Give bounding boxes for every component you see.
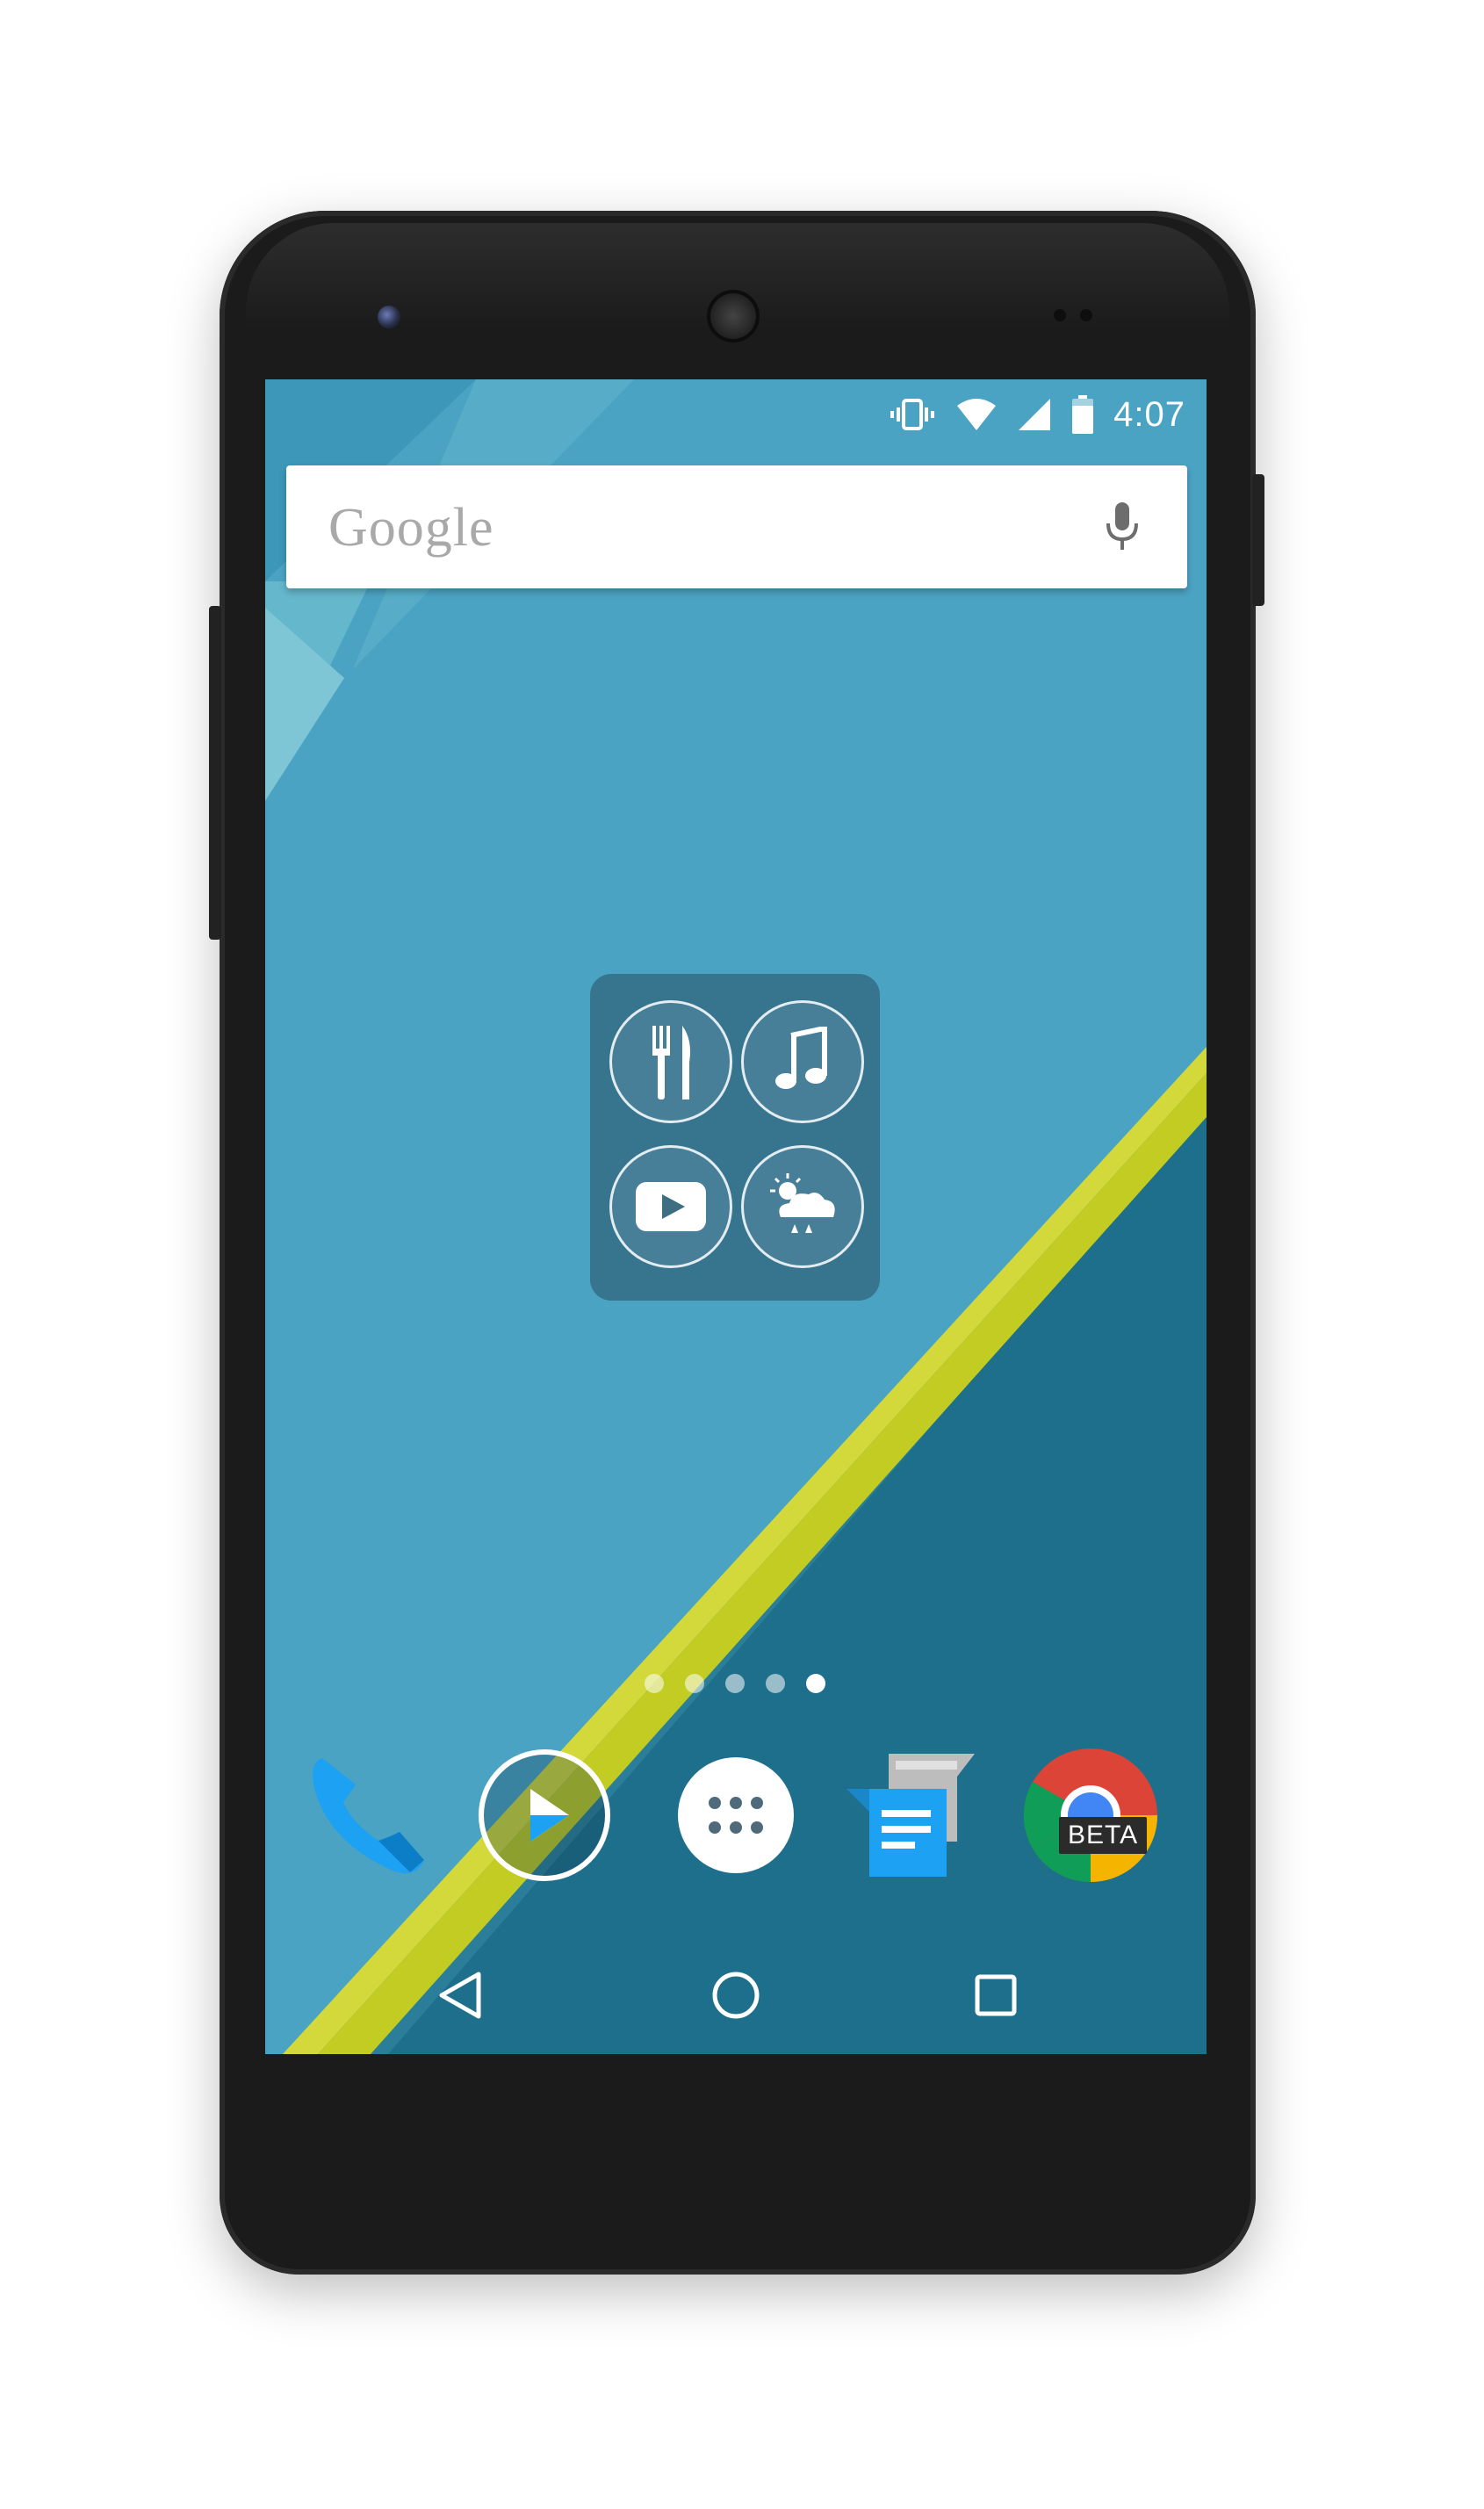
page-dot[interactable] [725, 1674, 745, 1693]
play-icon[interactable] [474, 1745, 615, 1885]
battery-icon [1071, 395, 1094, 434]
weather-icon[interactable] [741, 1145, 864, 1268]
volume-button [209, 606, 221, 940]
recents-icon[interactable] [961, 1960, 1031, 2030]
home-icon[interactable] [701, 1960, 771, 2030]
status-icons: 4:07 [889, 390, 1185, 439]
home-screen: 4:07 Google BETA [265, 379, 1207, 2054]
messaging-icon[interactable] [843, 1745, 983, 1885]
google-logo: Google [328, 498, 494, 558]
earpiece-speaker [707, 290, 760, 342]
vibrate-icon [889, 397, 936, 432]
mic-icon[interactable] [1105, 501, 1140, 558]
cell-signal-icon [1017, 397, 1052, 432]
chrome-beta-icon[interactable]: BETA [1020, 1745, 1161, 1885]
page-dot[interactable] [685, 1674, 704, 1693]
beta-badge: BETA [1059, 1817, 1148, 1854]
power-button [1252, 474, 1264, 606]
fork-knife-icon[interactable] [609, 1000, 732, 1123]
app-folder[interactable] [590, 974, 880, 1301]
front-camera [378, 306, 400, 328]
music-note-icon[interactable] [741, 1000, 864, 1123]
google-search-bar[interactable]: Google [286, 465, 1187, 588]
wifi-icon [955, 397, 998, 432]
navigation-bar [265, 1934, 1207, 2054]
page-dot[interactable] [645, 1674, 664, 1693]
app-drawer-icon[interactable] [666, 1745, 806, 1885]
youtube-icon[interactable] [609, 1145, 732, 1268]
phone-icon[interactable] [300, 1745, 441, 1885]
page-dot-active[interactable] [806, 1674, 825, 1693]
page-indicator [645, 1674, 825, 1693]
page-dot[interactable] [766, 1674, 785, 1693]
status-bar: 4:07 [265, 379, 1207, 450]
status-time: 4:07 [1113, 394, 1185, 434]
back-icon[interactable] [425, 1960, 495, 2030]
proximity-sensors [1054, 309, 1106, 323]
